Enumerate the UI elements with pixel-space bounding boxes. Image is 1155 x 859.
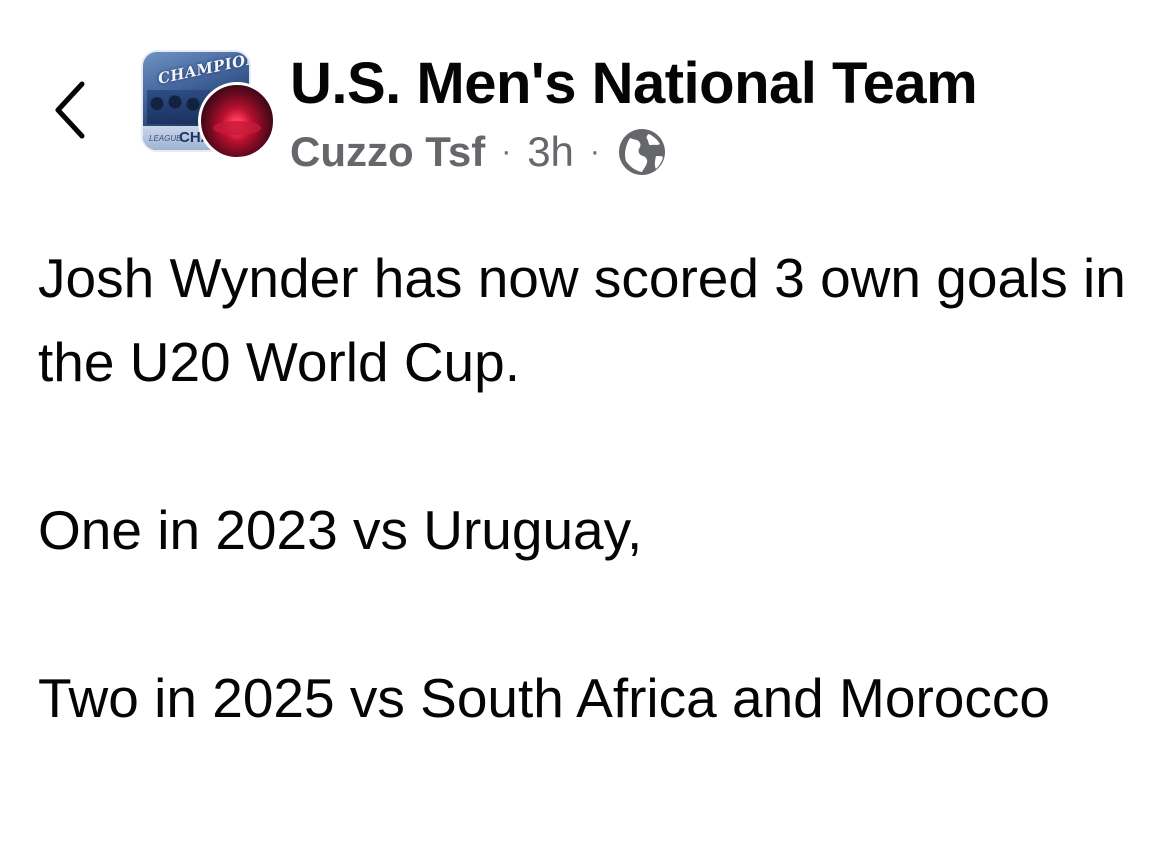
post-timestamp[interactable]: 3h (527, 128, 574, 176)
meta-separator: · (501, 135, 512, 168)
author-name[interactable]: Cuzzo Tsf (290, 128, 485, 176)
author-avatar[interactable] (198, 82, 276, 160)
post-body: Josh Wynder has now scored 3 own goals i… (38, 236, 1138, 740)
back-button[interactable] (40, 70, 100, 150)
author-avatar-stadium (213, 121, 261, 135)
post-header: CHAMPIONS LEAGUE CHA U.S. Men's National… (0, 0, 1155, 200)
group-avatar-strip-small-text: LEAGUE (149, 134, 182, 143)
group-name[interactable]: U.S. Men's National Team (290, 50, 978, 118)
post-paragraph: Two in 2025 vs South Africa and Morocco (38, 667, 1050, 729)
chevron-left-icon (55, 81, 85, 139)
post-meta: Cuzzo Tsf · 3h · (290, 124, 668, 180)
post-paragraph: One in 2023 vs Uruguay, (38, 499, 643, 561)
post-paragraph: Josh Wynder has now scored 3 own goals i… (38, 247, 1126, 393)
globe-icon[interactable] (616, 126, 668, 178)
meta-separator: · (589, 135, 600, 168)
